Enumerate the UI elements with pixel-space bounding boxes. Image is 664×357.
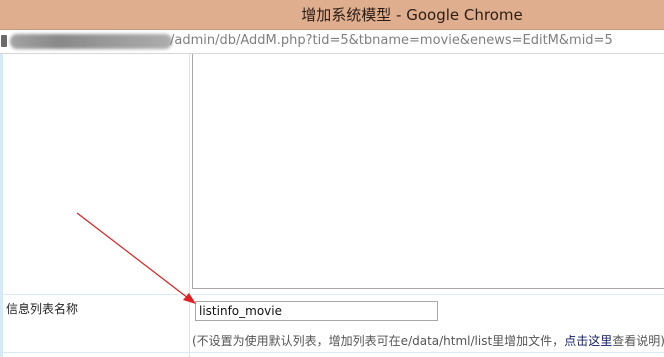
redacted-host xyxy=(10,34,172,49)
row-separator xyxy=(3,294,664,295)
template-textarea[interactable] xyxy=(192,54,664,289)
row-separator-bottom xyxy=(3,352,664,353)
title-bar: 增加系统模型 - Google Chrome xyxy=(0,0,664,30)
browser-window: 增加系统模型 - Google Chrome /admin/db/AddM.ph… xyxy=(0,0,664,357)
page-content: 信息列表名称 (不设置为使用默认列表，增加列表可在e/data/html/lis… xyxy=(0,54,664,357)
column-divider xyxy=(189,54,190,357)
hint-prefix: (不设置为使用默认列表，增加列表可在e/data/html/list里增加文件， xyxy=(192,334,565,348)
hint-suffix: 查看说明) xyxy=(612,334,664,348)
window-title: 增加系统模型 - Google Chrome xyxy=(301,6,523,24)
left-rail xyxy=(0,54,3,357)
address-bar[interactable]: /admin/db/AddM.php?tid=5&tbname=movie&en… xyxy=(0,30,664,54)
list-template-label: 信息列表名称 xyxy=(6,302,79,316)
page-icon xyxy=(1,35,7,47)
list-template-hint: (不设置为使用默认列表，增加列表可在e/data/html/list里增加文件，… xyxy=(192,332,664,349)
address-url[interactable]: /admin/db/AddM.php?tid=5&tbname=movie&en… xyxy=(170,33,613,48)
help-link[interactable]: 点击这里 xyxy=(564,334,612,348)
list-template-input[interactable] xyxy=(195,301,438,321)
